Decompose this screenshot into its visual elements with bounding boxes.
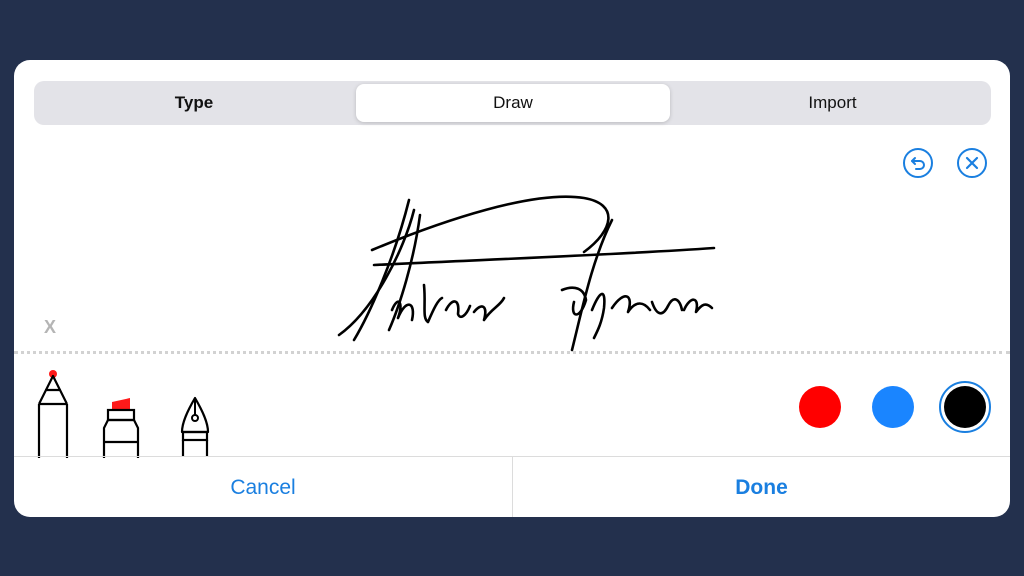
- undo-button[interactable]: [903, 148, 933, 178]
- signature-baseline: [14, 351, 1010, 354]
- pencil-icon[interactable]: [36, 368, 70, 458]
- sign-here-marker: X: [44, 317, 57, 337]
- clear-button[interactable]: [957, 148, 987, 178]
- color-swatch-black-fill: [944, 386, 986, 428]
- color-swatch-black[interactable]: [939, 381, 991, 433]
- dialog-footer: Cancel Done: [14, 456, 1010, 517]
- cancel-button[interactable]: Cancel: [14, 457, 512, 517]
- fountain-pen-icon[interactable]: [178, 396, 212, 456]
- drawn-signature[interactable]: [334, 190, 724, 355]
- close-icon: [965, 156, 979, 170]
- mode-segmented-control: Type Draw Import: [34, 81, 991, 125]
- tab-draw[interactable]: Draw: [356, 84, 670, 122]
- tab-type[interactable]: Type: [34, 81, 354, 125]
- marker-icon[interactable]: [100, 398, 142, 458]
- color-swatch-blue[interactable]: [872, 386, 914, 428]
- signature-dialog: Type Draw Import X Cancel Done: [14, 60, 1010, 517]
- color-swatch-red[interactable]: [799, 386, 841, 428]
- undo-icon: [911, 157, 925, 170]
- tab-import[interactable]: Import: [674, 81, 991, 125]
- done-button[interactable]: Done: [513, 457, 1010, 517]
